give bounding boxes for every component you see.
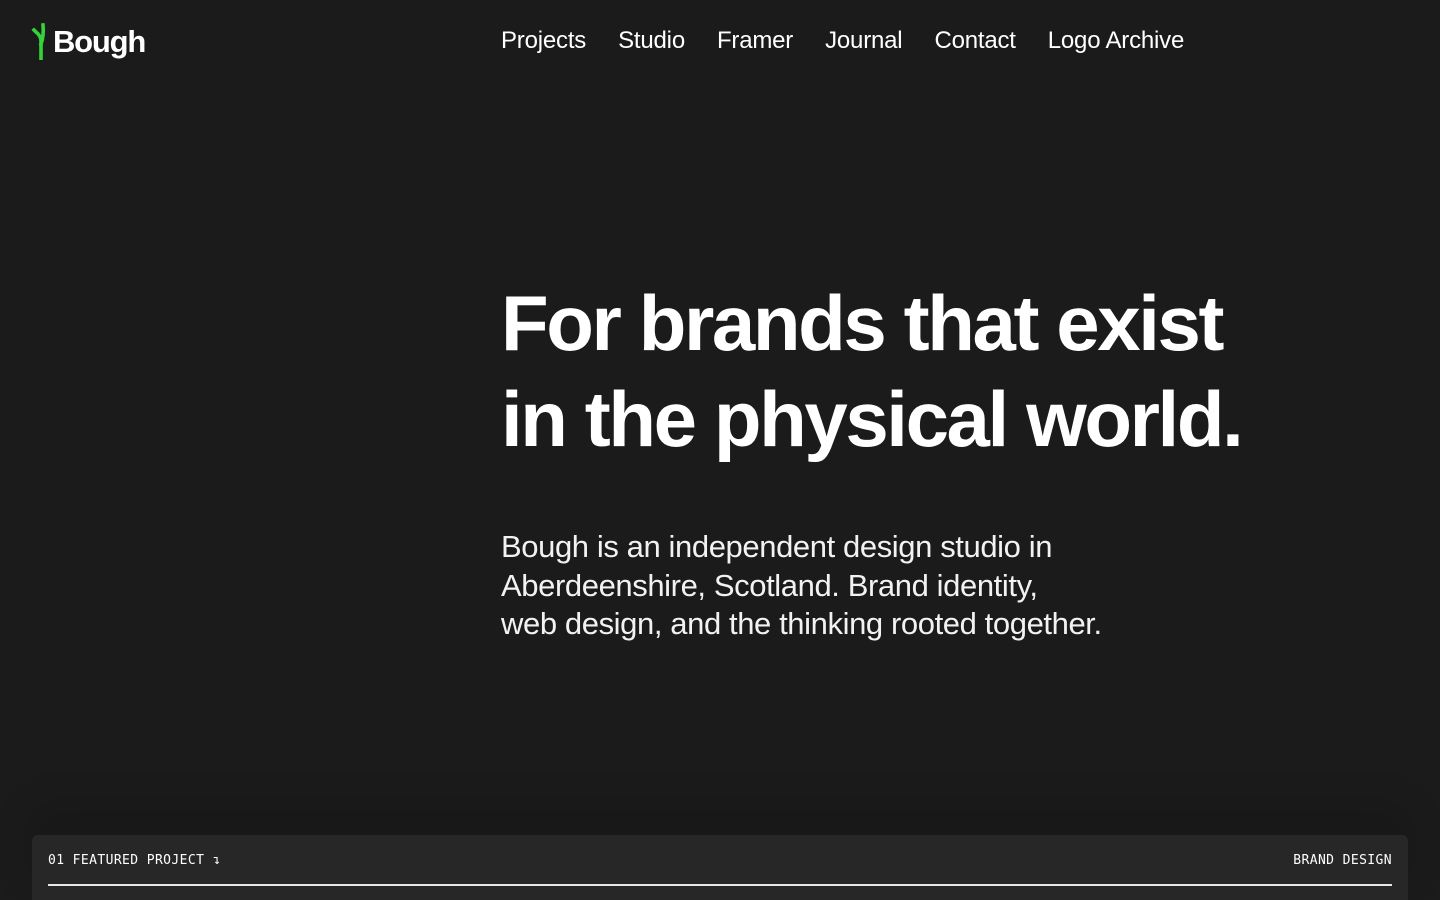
- page: Bough Projects Studio Framer Journal Con…: [0, 0, 1440, 900]
- nav-item-contact[interactable]: Contact: [934, 27, 1016, 55]
- hero-headline-line: in the physical world.: [501, 375, 1244, 463]
- site-header: Bough Projects Studio Framer Journal Con…: [0, 0, 1440, 84]
- nav-item-journal[interactable]: Journal: [825, 27, 903, 55]
- logo-link[interactable]: Bough: [31, 14, 146, 60]
- featured-project-category: BRAND DESIGN: [1293, 853, 1392, 868]
- hero-description-line: web design, and the thinking rooted toge…: [501, 606, 1102, 641]
- logo-wordmark: Bough: [53, 24, 146, 59]
- main-nav: Projects Studio Framer Journal Contact L…: [501, 27, 1184, 55]
- hero-description-line: Aberdeenshire, Scotland. Brand identity,: [501, 567, 1038, 603]
- hero-headline-line: For brands that exist: [501, 279, 1224, 367]
- hero-headline: For brands that exist in the physical wo…: [501, 275, 1381, 467]
- nav-item-studio[interactable]: Studio: [618, 27, 685, 55]
- sprout-icon: [31, 23, 46, 60]
- featured-project-label: 01 FEATURED PROJECT ↴: [48, 853, 221, 868]
- featured-project-card[interactable]: 01 FEATURED PROJECT ↴ BRAND DESIGN: [32, 835, 1408, 900]
- divider: [48, 884, 1392, 886]
- hero-description: Bough is an independent design studio in…: [501, 528, 1221, 644]
- nav-item-projects[interactable]: Projects: [501, 27, 586, 55]
- hero-description-line: Bough is an independent design studio in: [501, 529, 1053, 564]
- nav-item-logo-archive[interactable]: Logo Archive: [1048, 27, 1185, 55]
- nav-item-framer[interactable]: Framer: [717, 27, 793, 55]
